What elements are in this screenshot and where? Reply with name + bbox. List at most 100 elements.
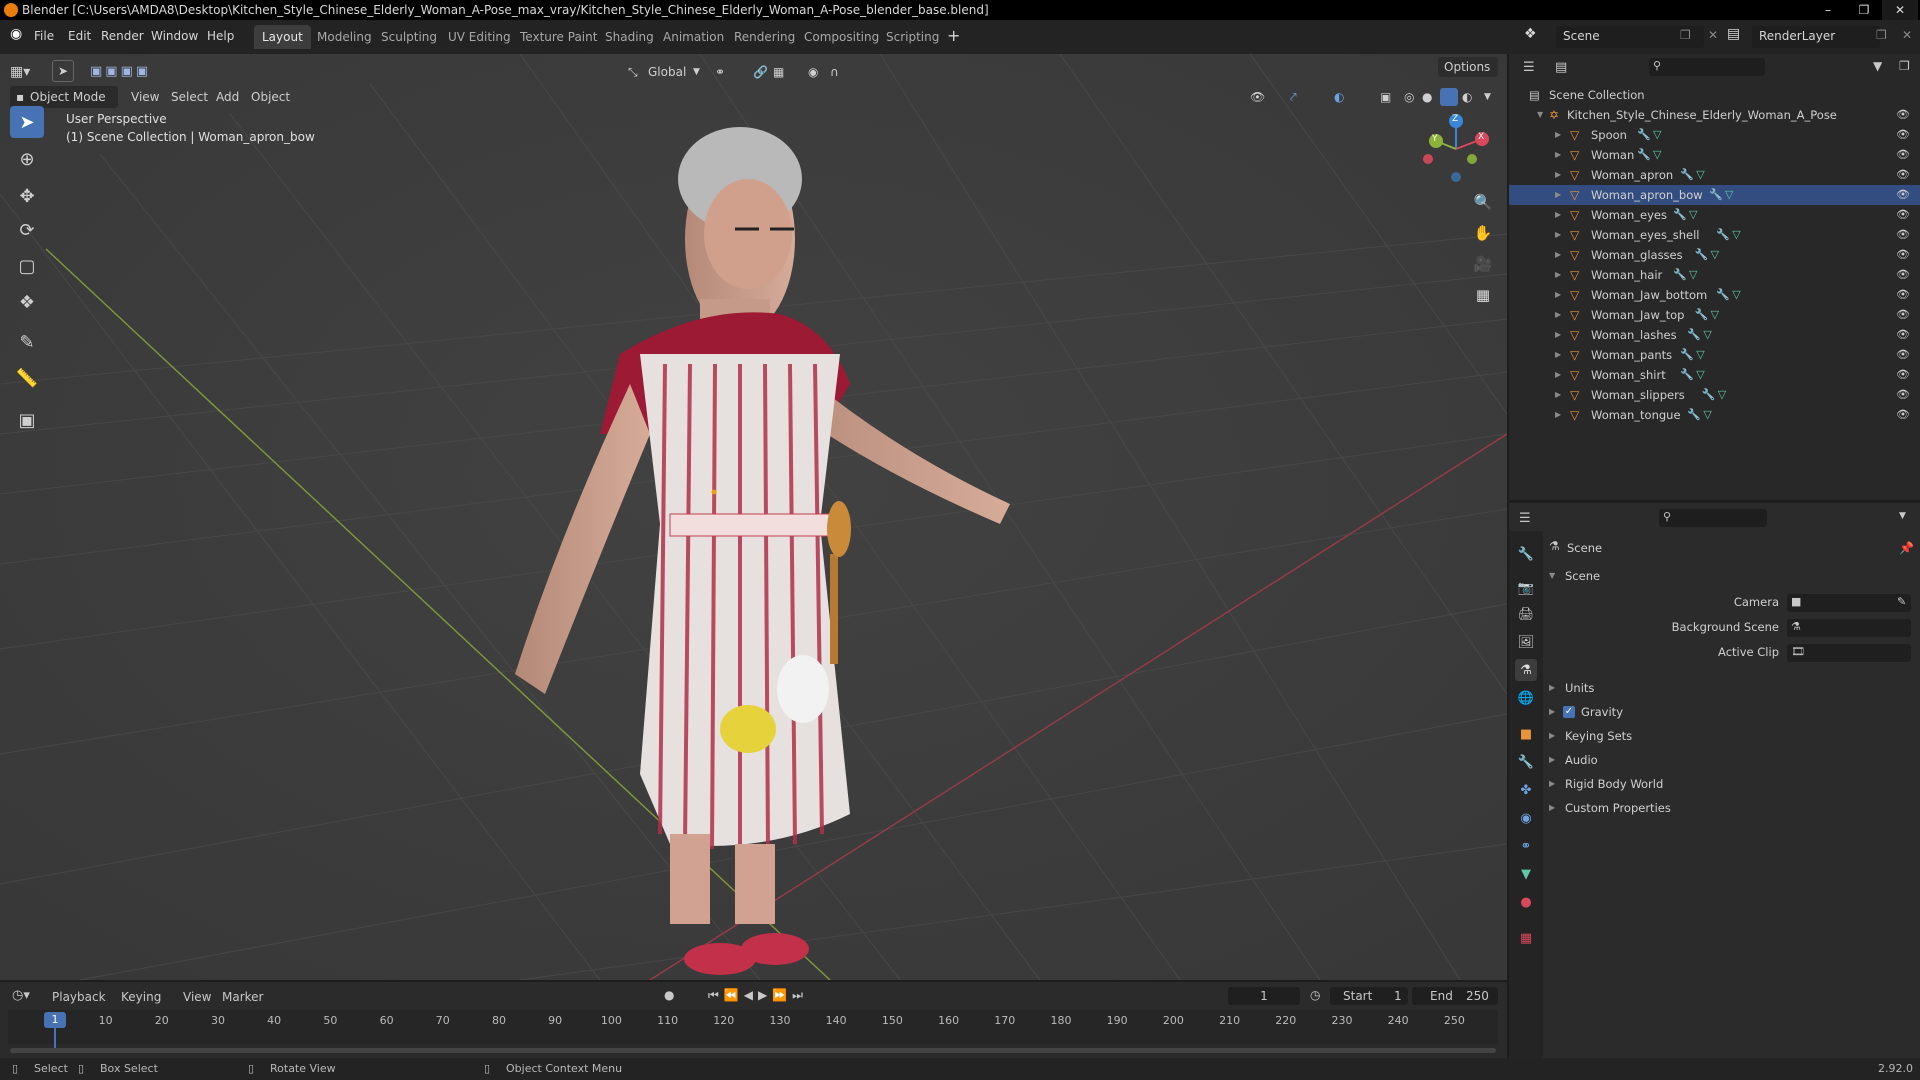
select-box-tool-icon[interactable]: ➤ (10, 106, 44, 138)
expand-right-icon[interactable]: ▶ (1555, 185, 1561, 205)
mesh-data-icon[interactable]: ▽ (1689, 205, 1697, 225)
visibility-eye-icon[interactable]: 👁 (1896, 365, 1910, 385)
expand-right-icon[interactable]: ▶ (1555, 365, 1561, 385)
visibility-eye-icon[interactable]: 👁 (1896, 125, 1910, 145)
tab-layout[interactable]: Layout (254, 25, 311, 49)
active-clip-field[interactable] (1787, 644, 1911, 662)
tool-tab-icon[interactable]: 🔧 (1515, 543, 1537, 565)
properties-search-input[interactable] (1659, 509, 1767, 527)
expand-right-icon[interactable]: ▶ (1555, 285, 1561, 305)
modifier-wrench-icon[interactable]: 🔧 (1680, 165, 1694, 185)
outliner-scene-collection[interactable]: ▤ Scene Collection (1509, 85, 1920, 105)
background-scene-field[interactable] (1787, 619, 1911, 637)
measure-tool-icon[interactable]: 📏 (10, 362, 44, 394)
add-workspace-icon[interactable]: + (947, 26, 960, 45)
expand-right-icon[interactable]: ▶ (1555, 325, 1561, 345)
expand-right-icon[interactable]: ▶ (1549, 683, 1555, 692)
expand-right-icon[interactable]: ▶ (1549, 779, 1555, 788)
mesh-data-icon[interactable]: ▽ (1689, 265, 1697, 285)
mesh-data-icon[interactable]: ▽ (1703, 325, 1711, 345)
camera-view-icon[interactable]: 🎥 (1469, 250, 1497, 278)
gravity-checkbox[interactable]: ✓ (1563, 706, 1575, 718)
modifier-wrench-icon[interactable]: 🔧 (1680, 365, 1694, 385)
filter-icon[interactable]: ▼ (1873, 59, 1882, 73)
select-tool-icon[interactable]: ➤ (52, 60, 74, 82)
maximize-button[interactable]: ❐ (1846, 0, 1882, 20)
menu-render[interactable]: Render (101, 29, 144, 43)
menu-select[interactable]: Select (171, 87, 208, 107)
object-tab-icon[interactable]: ■ (1515, 723, 1537, 745)
texture-tab-icon[interactable]: ▦ (1515, 927, 1537, 949)
view-layer-delete-icon[interactable]: ✕ (1902, 28, 1912, 42)
expand-right-icon[interactable]: ▶ (1555, 385, 1561, 405)
outliner-item[interactable]: ▶ ▽ Woman_glasses 🔧 ▽ 👁 (1509, 245, 1920, 265)
world-tab-icon[interactable]: 🌐 (1515, 687, 1537, 709)
playback-controls[interactable]: ⏮⏪◀▶⏩⏭ (708, 988, 808, 1003)
menu-add[interactable]: Add (216, 87, 239, 107)
selection-mode-icons[interactable]: ▣▣▣▣ (90, 62, 151, 82)
outliner-item[interactable]: ▶ ▽ Woman_apron_bow 🔧 ▽ 👁 (1509, 185, 1920, 205)
modifier-wrench-icon[interactable]: 🔧 (1702, 385, 1716, 405)
expand-right-icon[interactable]: ▶ (1555, 205, 1561, 225)
cursor-tool-icon[interactable]: ⊕ (10, 143, 44, 175)
visibility-eye-icon[interactable]: 👁 (1896, 385, 1910, 405)
tab-sculpting[interactable]: Sculpting (373, 25, 445, 49)
menu-help[interactable]: Help (207, 29, 234, 43)
pin-icon[interactable]: 📌 (1899, 541, 1914, 555)
expand-right-icon[interactable]: ▶ (1549, 707, 1555, 716)
expand-right-icon[interactable]: ▶ (1555, 405, 1561, 425)
editor-type-icon[interactable]: ▦▾ (10, 62, 30, 82)
outliner-item[interactable]: ▶ ▽ Spoon 🔧 ▽ 👁 (1509, 125, 1920, 145)
proportional-edit-icon[interactable]: ◉ (808, 62, 818, 82)
mesh-data-icon[interactable]: ▽ (1653, 145, 1661, 165)
transform-orientation-icon[interactable]: ⤡ (628, 62, 638, 82)
new-collection-icon[interactable]: ❐ (1899, 59, 1910, 73)
output-tab-icon[interactable]: 🖨 (1515, 603, 1537, 625)
menu-marker[interactable]: Marker (222, 990, 263, 1004)
modifier-wrench-icon[interactable]: 🔧 (1673, 265, 1687, 285)
outliner-item[interactable]: ▶ ▽ Woman_eyes 🔧 ▽ 👁 (1509, 205, 1920, 225)
expand-right-icon[interactable]: ▶ (1555, 245, 1561, 265)
close-button[interactable]: ✕ (1882, 0, 1918, 20)
modifier-wrench-icon[interactable]: 🔧 (1680, 345, 1694, 365)
mesh-data-icon[interactable]: ▽ (1711, 305, 1719, 325)
modifier-wrench-icon[interactable]: 🔧 (1716, 225, 1730, 245)
visibility-eye-icon[interactable]: 👁 (1896, 165, 1910, 185)
scene-selector-icon[interactable]: ❖ (1524, 26, 1537, 42)
view-layer-tab-icon[interactable]: 🖼 (1515, 631, 1537, 653)
outliner-item[interactable]: ▶ ▽ Woman_pants 🔧 ▽ 👁 (1509, 345, 1920, 365)
tab-rendering[interactable]: Rendering (726, 25, 803, 49)
xray-toggle-icon[interactable]: ▣ (1380, 87, 1391, 107)
outliner-editor-type-icon[interactable]: ☰ (1523, 60, 1535, 75)
visibility-eye-icon[interactable]: 👁 (1896, 105, 1910, 125)
modifier-wrench-icon[interactable]: 🔧 (1673, 205, 1687, 225)
tab-shading[interactable]: Shading (597, 25, 662, 49)
modifier-wrench-icon[interactable]: 🔧 (1695, 305, 1709, 325)
expand-right-icon[interactable]: ▶ (1549, 731, 1555, 740)
menu-keying[interactable]: Keying (121, 990, 161, 1004)
expand-right-icon[interactable]: ▶ (1555, 125, 1561, 145)
modifier-tab-icon[interactable]: 🔧 (1515, 751, 1537, 773)
snap-target-icon[interactable]: ▦ (773, 62, 784, 82)
expand-right-icon[interactable]: ▶ (1549, 803, 1555, 812)
particles-tab-icon[interactable]: ✤ (1515, 779, 1537, 801)
outliner-item[interactable]: ▶ ▽ Woman_Jaw_top 🔧 ▽ 👁 (1509, 305, 1920, 325)
timeline-editor[interactable]: ◷▾ Playback Keying View Marker ● ⏮⏪◀▶⏩⏭ … (0, 982, 1507, 1058)
visibility-eye-icon[interactable]: 👁 (1896, 305, 1910, 325)
visibility-eye-icon[interactable]: 👁 (1896, 245, 1910, 265)
tab-uv-editing[interactable]: UV Editing (440, 25, 519, 49)
tab-texture-paint[interactable]: Texture Paint (512, 25, 605, 49)
scene-delete-icon[interactable]: ✕ (1708, 28, 1718, 42)
menu-object[interactable]: Object (251, 87, 290, 107)
pan-hand-icon[interactable]: ✋ (1469, 219, 1497, 247)
shading-options-icon[interactable]: ▼ (1484, 87, 1491, 107)
rigid-body-world-panel[interactable]: Rigid Body World (1565, 777, 1663, 791)
perspective-toggle-icon[interactable]: ▦ (1469, 281, 1497, 309)
outliner-panel[interactable]: ☰ ▤ ⚲ ▼ ❐ ▤ Scene Collection ▼ ✡ Kitchen… (1509, 54, 1920, 500)
custom-properties-panel[interactable]: Custom Properties (1565, 801, 1671, 815)
visibility-filter-icon[interactable]: 👁 (1250, 87, 1265, 107)
minimize-button[interactable]: – (1810, 0, 1846, 20)
timeline-scrollbar[interactable] (10, 1048, 1496, 1053)
visibility-eye-icon[interactable]: 👁 (1896, 285, 1910, 305)
visibility-eye-icon[interactable]: 👁 (1896, 405, 1910, 425)
